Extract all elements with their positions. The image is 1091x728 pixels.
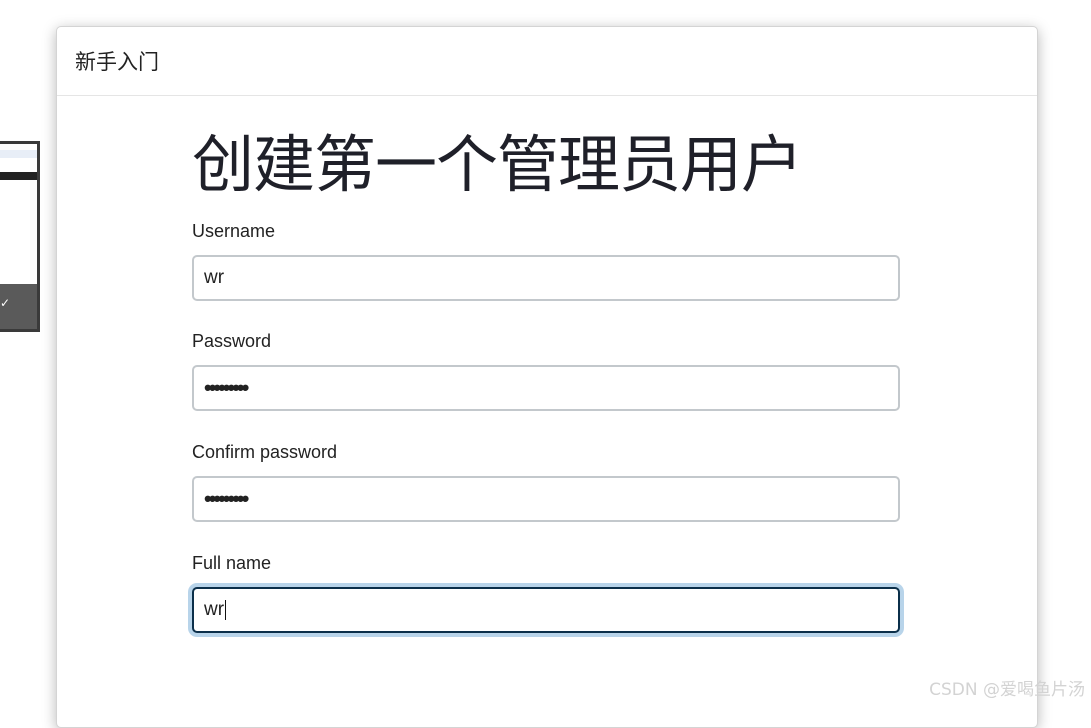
- confirm-password-value: •••••••••: [204, 486, 246, 512]
- password-value: •••••••••: [204, 375, 246, 401]
- password-input[interactable]: •••••••••: [192, 365, 900, 411]
- dialog-header: 新手入门: [57, 27, 1037, 96]
- confirm-password-input[interactable]: •••••••••: [192, 476, 900, 522]
- full-name-input[interactable]: wr: [192, 587, 900, 633]
- full-name-label: Full name: [192, 553, 900, 574]
- page-title: 创建第一个管理员用户: [192, 96, 1037, 196]
- username-label: Username: [192, 221, 900, 242]
- username-value: wr: [204, 267, 224, 289]
- text-caret: [225, 600, 226, 620]
- thumbnail-screen: [0, 144, 37, 284]
- password-label: Password: [192, 331, 900, 352]
- dialog-title: 新手入门: [75, 46, 159, 76]
- confirm-password-field-group: Confirm password •••••••••: [192, 442, 900, 522]
- full-name-field-group: Full name wr: [192, 553, 900, 633]
- thumbnail-toolbar: [0, 150, 37, 158]
- watermark: CSDN @爱喝鱼片汤: [929, 675, 1085, 700]
- dialog-body: 创建第一个管理员用户 Username wr Password ••••••••…: [57, 96, 1037, 633]
- confirm-password-label: Confirm password: [192, 442, 900, 463]
- username-input[interactable]: wr: [192, 255, 900, 301]
- check-icon: ✓: [0, 296, 10, 310]
- thumbnail-menubar: [0, 172, 37, 180]
- username-field-group: Username wr: [192, 221, 900, 301]
- background-window-thumbnail: ✓: [0, 141, 40, 332]
- full-name-value: wr: [204, 599, 224, 621]
- setup-wizard-dialog: 新手入门 创建第一个管理员用户 Username wr Password •••…: [56, 26, 1038, 728]
- password-field-group: Password •••••••••: [192, 331, 900, 411]
